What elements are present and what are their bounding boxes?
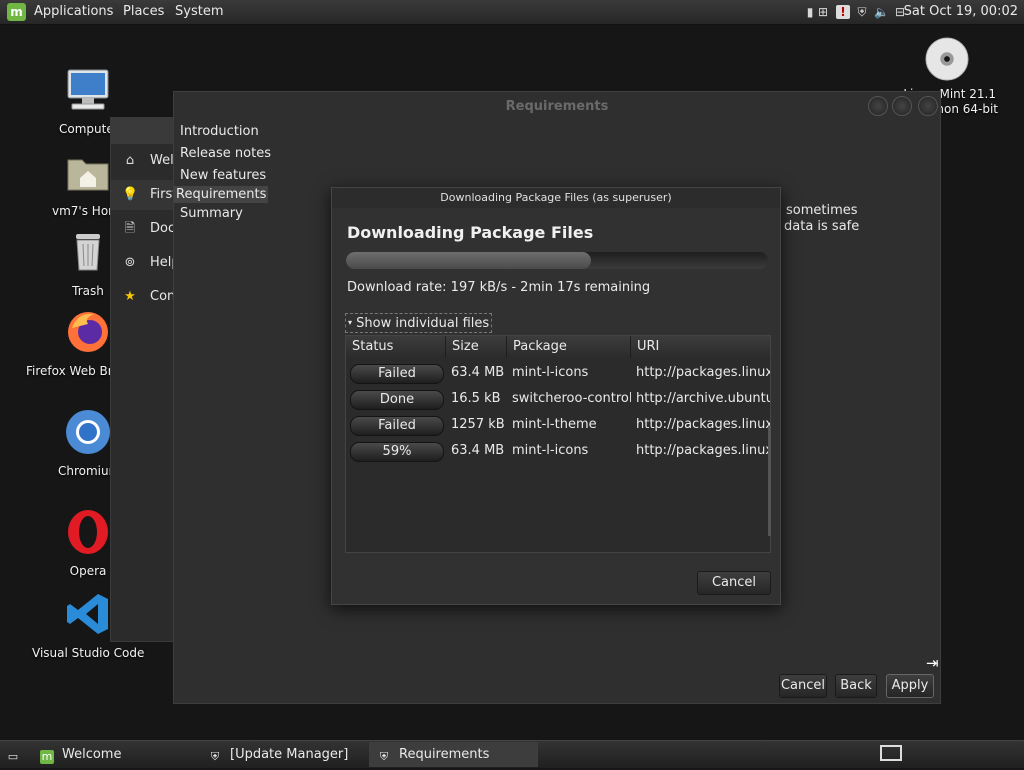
nav-requirements[interactable]: Requirements (174, 186, 269, 203)
column-header-uri[interactable]: URI (631, 336, 770, 358)
chromium-icon (66, 410, 110, 454)
cancel-button[interactable]: Cancel (779, 674, 827, 698)
download-rate: Download rate: 197 kB/s - 2min 17s remai… (347, 280, 651, 295)
row-uri: http://archive.ubuntu.com (636, 391, 770, 406)
top-panel: m Applications Places System ▮ ⊞ ! ⛨ 🔈 ⊟… (0, 0, 1024, 25)
menu-system[interactable]: System (175, 4, 223, 19)
row-size: 16.5 kB (451, 391, 501, 406)
maximize-button[interactable] (892, 96, 912, 116)
back-button[interactable]: Back (835, 674, 877, 698)
row-package: mint-l-theme (512, 417, 597, 432)
cursor-icon: ⇥ (926, 654, 939, 672)
vscode-icon (67, 594, 108, 634)
requirements-text-line2: data is safe (784, 219, 860, 234)
network-icon[interactable]: ⊞ (816, 5, 830, 19)
file-table[interactable]: Status Size Package URI Failed 63.4 MB m… (345, 335, 771, 553)
window-title: Requirements (505, 99, 609, 114)
status-pill: 59% (350, 442, 444, 462)
document-icon: 🗎 (124, 221, 136, 236)
lightbulb-icon: 💡 (122, 187, 139, 202)
nav-release-notes[interactable]: Release notes (178, 145, 273, 162)
home-icon: ⌂ (125, 153, 135, 168)
star-icon: ★ (124, 289, 136, 304)
trash-icon (76, 234, 100, 271)
table-row[interactable]: Done 16.5 kB switcheroo-control http://a… (346, 386, 770, 412)
shield-icon[interactable]: ⛨ (855, 5, 869, 19)
status-pill: Failed (350, 416, 444, 436)
computer-icon (67, 69, 109, 110)
nav-summary[interactable]: Summary (178, 205, 245, 222)
nav-new-features[interactable]: New features (178, 167, 268, 184)
row-uri: http://packages.linuxmint.com (636, 365, 770, 380)
menu-applications[interactable]: Applications (34, 4, 113, 19)
row-package: mint-l-icons (512, 365, 589, 380)
update-alert-icon[interactable]: ! (836, 5, 850, 19)
menu-places[interactable]: Places (123, 4, 164, 19)
table-row[interactable]: Failed 63.4 MB mint-l-icons http://packa… (346, 360, 770, 386)
expander-arrow-icon: ▾ (348, 318, 353, 327)
workspace-icon[interactable]: ▮ (803, 5, 817, 19)
column-header-status[interactable]: Status (346, 336, 446, 358)
task-label: Welcome (62, 747, 122, 762)
nav-introduction[interactable]: Introduction (178, 123, 261, 140)
expander-label: Show individual files (356, 316, 490, 331)
table-scrollbar[interactable] (768, 426, 771, 536)
column-header-size[interactable]: Size (446, 336, 507, 358)
mint-icon: m (40, 750, 54, 764)
minimize-button[interactable] (868, 96, 888, 116)
dialog-cancel-button[interactable]: Cancel (697, 571, 771, 595)
shield-icon: ⛨ (379, 750, 389, 763)
task-label: Requirements (399, 747, 490, 762)
workspace-icon (880, 745, 902, 761)
download-dialog[interactable]: Downloading Package Files (as superuser)… (331, 187, 781, 605)
clock[interactable]: Sat Oct 19, 00:02 (904, 4, 1018, 19)
dialog-title: Downloading Package Files (as superuser) (332, 188, 780, 208)
row-size: 63.4 MB (451, 443, 505, 458)
task-welcome[interactable]: m Welcome (32, 742, 197, 767)
table-row[interactable]: Failed 1257 kB mint-l-theme http://packa… (346, 412, 770, 438)
download-progress-bar (346, 252, 768, 269)
folder-icon: ▭ (7, 750, 19, 763)
workspace-switcher[interactable] (880, 742, 910, 767)
help-icon: ⊚ (124, 255, 136, 270)
download-progress-fill (346, 252, 591, 269)
row-uri: http://packages.linuxmint.com (636, 443, 770, 458)
disc-icon (925, 37, 969, 81)
dialog-heading: Downloading Package Files (347, 223, 594, 242)
task-label: [Update Manager] (230, 747, 349, 762)
task-update-manager[interactable]: ⛨ [Update Manager] (200, 742, 365, 767)
status-pill: Failed (350, 364, 444, 384)
task-requirements[interactable]: ⛨ Requirements (369, 742, 538, 767)
home-folder-icon (67, 159, 109, 191)
opera-icon (68, 510, 108, 554)
column-header-package[interactable]: Package (507, 336, 631, 358)
apply-button[interactable]: Apply (886, 674, 934, 698)
close-button[interactable] (918, 96, 938, 116)
row-size: 1257 kB (451, 417, 505, 432)
row-size: 63.4 MB (451, 365, 505, 380)
show-desktop-button[interactable]: ▭ (2, 742, 24, 767)
taskbar: ▭ m Welcome ⛨ [Update Manager] ⛨ Requiremen… (0, 740, 1024, 768)
row-uri: http://packages.linuxmint.com (636, 417, 770, 432)
mint-menu-icon[interactable]: m (7, 3, 26, 21)
firefox-icon (68, 312, 108, 352)
row-package: mint-l-icons (512, 443, 589, 458)
desktop-icon-label: Visual Studio Code (32, 646, 145, 660)
shield-icon: ⛨ (210, 750, 220, 763)
table-row[interactable]: 59% 63.4 MB mint-l-icons http://packages… (346, 438, 770, 464)
volume-icon[interactable]: 🔈 (874, 5, 889, 19)
show-files-expander[interactable]: ▾ Show individual files (345, 313, 493, 333)
row-package: switcheroo-control (512, 391, 631, 406)
status-pill: Done (350, 390, 444, 410)
requirements-text-line1: sometimes (786, 203, 858, 218)
